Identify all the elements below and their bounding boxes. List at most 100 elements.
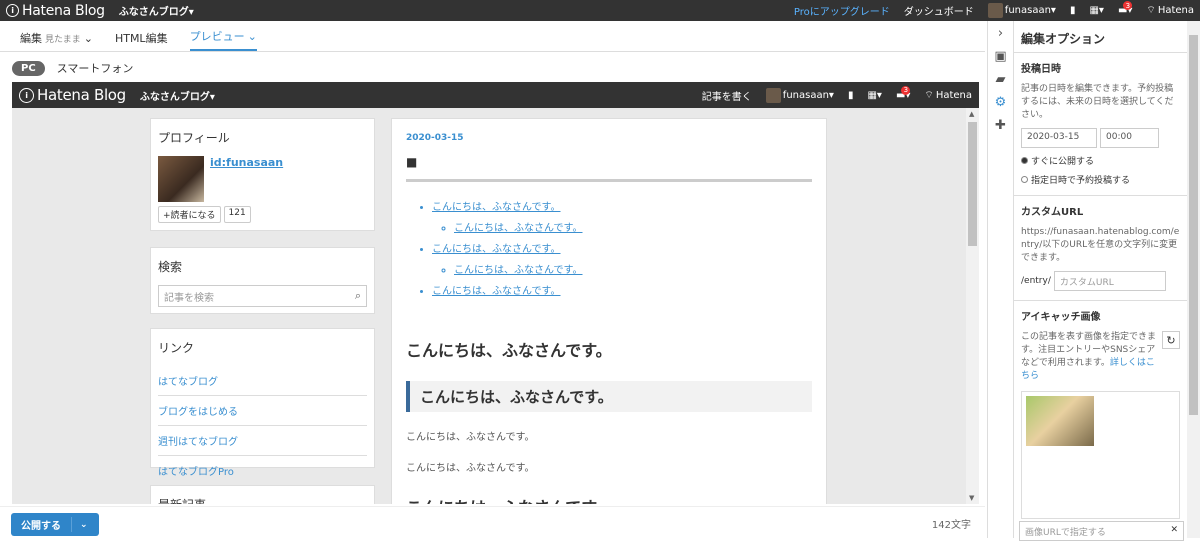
profile-module: プロフィール id:funasaan +読者になる 121	[150, 118, 375, 231]
preview-scrollbar[interactable]: ▲ ▼	[966, 108, 979, 504]
profile-id-link[interactable]: id:funasaan	[210, 156, 283, 169]
hatena-link[interactable]: ⌔ Hatena	[924, 89, 972, 102]
options-scrollbar[interactable]	[1187, 21, 1200, 538]
notification-icon[interactable]: ▬▾ 3	[896, 85, 911, 101]
search-title: 検索	[158, 260, 183, 274]
edit-options-panel: 編集オプション 投稿日時 記事の日時を編集できます。予約投稿するには、未来の日時…	[1013, 21, 1187, 538]
tab-edit[interactable]: 編集 見たまま ⌄	[20, 30, 93, 51]
apps-grid-icon[interactable]: ▦▾	[867, 90, 881, 101]
gear-icon[interactable]: ⚙	[995, 95, 1007, 110]
link-item[interactable]: はてなブログ	[158, 366, 367, 396]
heading-h1: こんにちは、ふなさんです。	[406, 341, 612, 360]
eyecatch-section: アイキャッチ画像 この記事を表す画像を指定できます。注目エントリーやSNSシェア…	[1014, 300, 1187, 528]
scroll-up-icon[interactable]: ▲	[969, 110, 974, 118]
image-gallery-icon[interactable]: ▣	[994, 49, 1006, 64]
chevron-down-icon: ⌄	[247, 29, 257, 43]
image-url-input[interactable]: 画像URLで指定する ✕	[1019, 521, 1184, 541]
link-item[interactable]: はてなブログPro	[158, 456, 367, 486]
link-item[interactable]: 週刊はてなブログ	[158, 426, 367, 456]
preview-header: i Hatena Blog ふなさんブログ▾ 記事を書く funasaan▾ ▮…	[12, 82, 979, 108]
write-article-link[interactable]: 記事を書く	[702, 88, 752, 103]
folder-icon[interactable]: ▰	[996, 72, 1006, 87]
paragraph: こんにちは、ふなさんです。	[406, 432, 535, 443]
notification-badge: 3	[1123, 1, 1133, 10]
profile-title: プロフィール	[158, 131, 230, 145]
scroll-down-icon[interactable]: ▼	[969, 494, 974, 502]
link-item[interactable]: ブログをはじめる	[158, 396, 367, 426]
apps-grid-icon[interactable]: ▦▾	[1089, 5, 1103, 16]
plus-icon[interactable]: ✚	[995, 118, 1006, 133]
post-date-section: 投稿日時 記事の日時を編集できます。予約投稿するには、未来の日時を選択してくださ…	[1014, 52, 1187, 195]
article-title: ■	[406, 155, 418, 169]
scroll-thumb[interactable]	[968, 122, 977, 246]
refresh-icon[interactable]: ↻	[1162, 331, 1180, 349]
links-title: リンク	[158, 341, 195, 355]
smartphone-button[interactable]: スマートフォン	[57, 60, 134, 76]
avatar	[987, 3, 1003, 18]
dashboard-link[interactable]: ダッシュボード	[904, 3, 974, 18]
article-date[interactable]: 2020-03-15	[406, 133, 812, 143]
user-menu[interactable]: funasaan▾	[987, 3, 1056, 18]
toc-item: こんにちは、ふなさんです。 こんにちは、ふなさんです。	[432, 240, 812, 276]
bookmark-icon[interactable]: ▮	[848, 90, 854, 101]
preview-frame: i Hatena Blog ふなさんブログ▾ 記事を書く funasaan▾ ▮…	[12, 82, 979, 504]
heading-h2: こんにちは、ふなさんです。	[406, 381, 812, 412]
publish-now-radio[interactable]: すぐに公開する	[1021, 154, 1180, 167]
chevron-down-icon: ⌄	[83, 31, 93, 45]
hatena-logo-icon: i	[6, 4, 19, 17]
links-module: リンク はてなブログ ブログをはじめる 週刊はてなブログ はてなブログPro	[150, 328, 375, 486]
options-title: 編集オプション	[1021, 32, 1106, 46]
wifi-icon: ⌔	[1146, 5, 1156, 16]
eyecatch-thumbnail[interactable]	[1026, 396, 1094, 446]
search-input[interactable]: 記事を検索 ⌕	[158, 285, 367, 307]
bottom-bar: 公開する ⌄ 142文字	[0, 506, 985, 538]
custom-url-section: カスタムURL https://funasaan.hatenablog.com/…	[1014, 195, 1187, 300]
hatena-logo-icon: i	[19, 87, 34, 103]
collapse-chevron-icon[interactable]: ›	[998, 26, 1003, 41]
reader-count: 121	[223, 206, 251, 223]
title-divider	[406, 179, 812, 182]
paragraph: こんにちは、ふなさんです。	[406, 463, 535, 474]
logo-text: Hatena Blog	[22, 2, 105, 19]
hatena-blog-logo[interactable]: i Hatena Blog	[6, 3, 105, 19]
custom-url-input[interactable]: カスタムURL	[1053, 271, 1166, 291]
clear-icon[interactable]: ✕	[1170, 525, 1178, 537]
wifi-icon: ⌔	[924, 89, 934, 101]
options-rail: › ▣ ▰ ⚙ ✚	[987, 21, 1013, 538]
hatena-link[interactable]: ⌔ Hatena	[1146, 4, 1194, 17]
preview-user-menu[interactable]: funasaan▾	[765, 87, 834, 103]
notification-badge: 3	[901, 85, 911, 95]
article: 2020-03-15 ■ こんにちは、ふなさんです。 こんにちは、ふなさんです。…	[391, 118, 827, 504]
tab-html-edit[interactable]: HTML編集	[115, 30, 168, 51]
preview-logo[interactable]: i Hatena Blog	[19, 86, 126, 104]
user-name: funasaan▾	[1004, 5, 1056, 16]
profile-image[interactable]	[158, 156, 204, 202]
reader-button-row: +読者になる 121	[158, 202, 367, 223]
chevron-down-icon[interactable]: ⌄	[72, 520, 88, 530]
blog-name-menu[interactable]: ふなさんブログ▾	[119, 3, 194, 18]
device-switch: PC スマートフォン	[12, 60, 133, 76]
toc-item: こんにちは、ふなさんです。	[432, 282, 812, 297]
toc-subitem: こんにちは、ふなさんです。	[454, 219, 812, 234]
search-module: 検索 記事を検索 ⌕	[150, 247, 375, 314]
recent-title: 最新記事	[158, 496, 367, 504]
scroll-thumb[interactable]	[1189, 35, 1198, 415]
tab-preview[interactable]: プレビュー ⌄	[189, 28, 257, 51]
eyecatch-image-list	[1021, 391, 1180, 519]
notification-icon[interactable]: ▬▾ 3	[1118, 1, 1133, 16]
recent-module: 最新記事	[150, 485, 375, 504]
schedule-radio[interactable]: 指定日時で予約投稿する	[1021, 173, 1180, 186]
pc-button[interactable]: PC	[12, 60, 45, 76]
time-field[interactable]: 00:00	[1100, 128, 1159, 148]
editor-tabs: 編集 見たまま ⌄ HTML編集 プレビュー ⌄	[0, 30, 985, 52]
toc-subitem: こんにちは、ふなさんです。	[454, 261, 812, 276]
preview-blog-name[interactable]: ふなさんブログ▾	[140, 88, 215, 103]
date-field[interactable]: 2020-03-15	[1021, 128, 1097, 148]
bookmark-icon[interactable]: ▮	[1070, 5, 1076, 16]
heading-h1: こんにちは、ふなさんです。	[406, 494, 812, 504]
top-bar: i Hatena Blog ふなさんブログ▾ Proにアップグレード ダッシュボ…	[0, 0, 1200, 21]
subscribe-button[interactable]: +読者になる	[158, 206, 221, 223]
search-icon[interactable]: ⌕	[355, 289, 361, 303]
publish-button[interactable]: 公開する ⌄	[11, 513, 99, 536]
pro-upgrade-link[interactable]: Proにアップグレード	[794, 3, 890, 18]
